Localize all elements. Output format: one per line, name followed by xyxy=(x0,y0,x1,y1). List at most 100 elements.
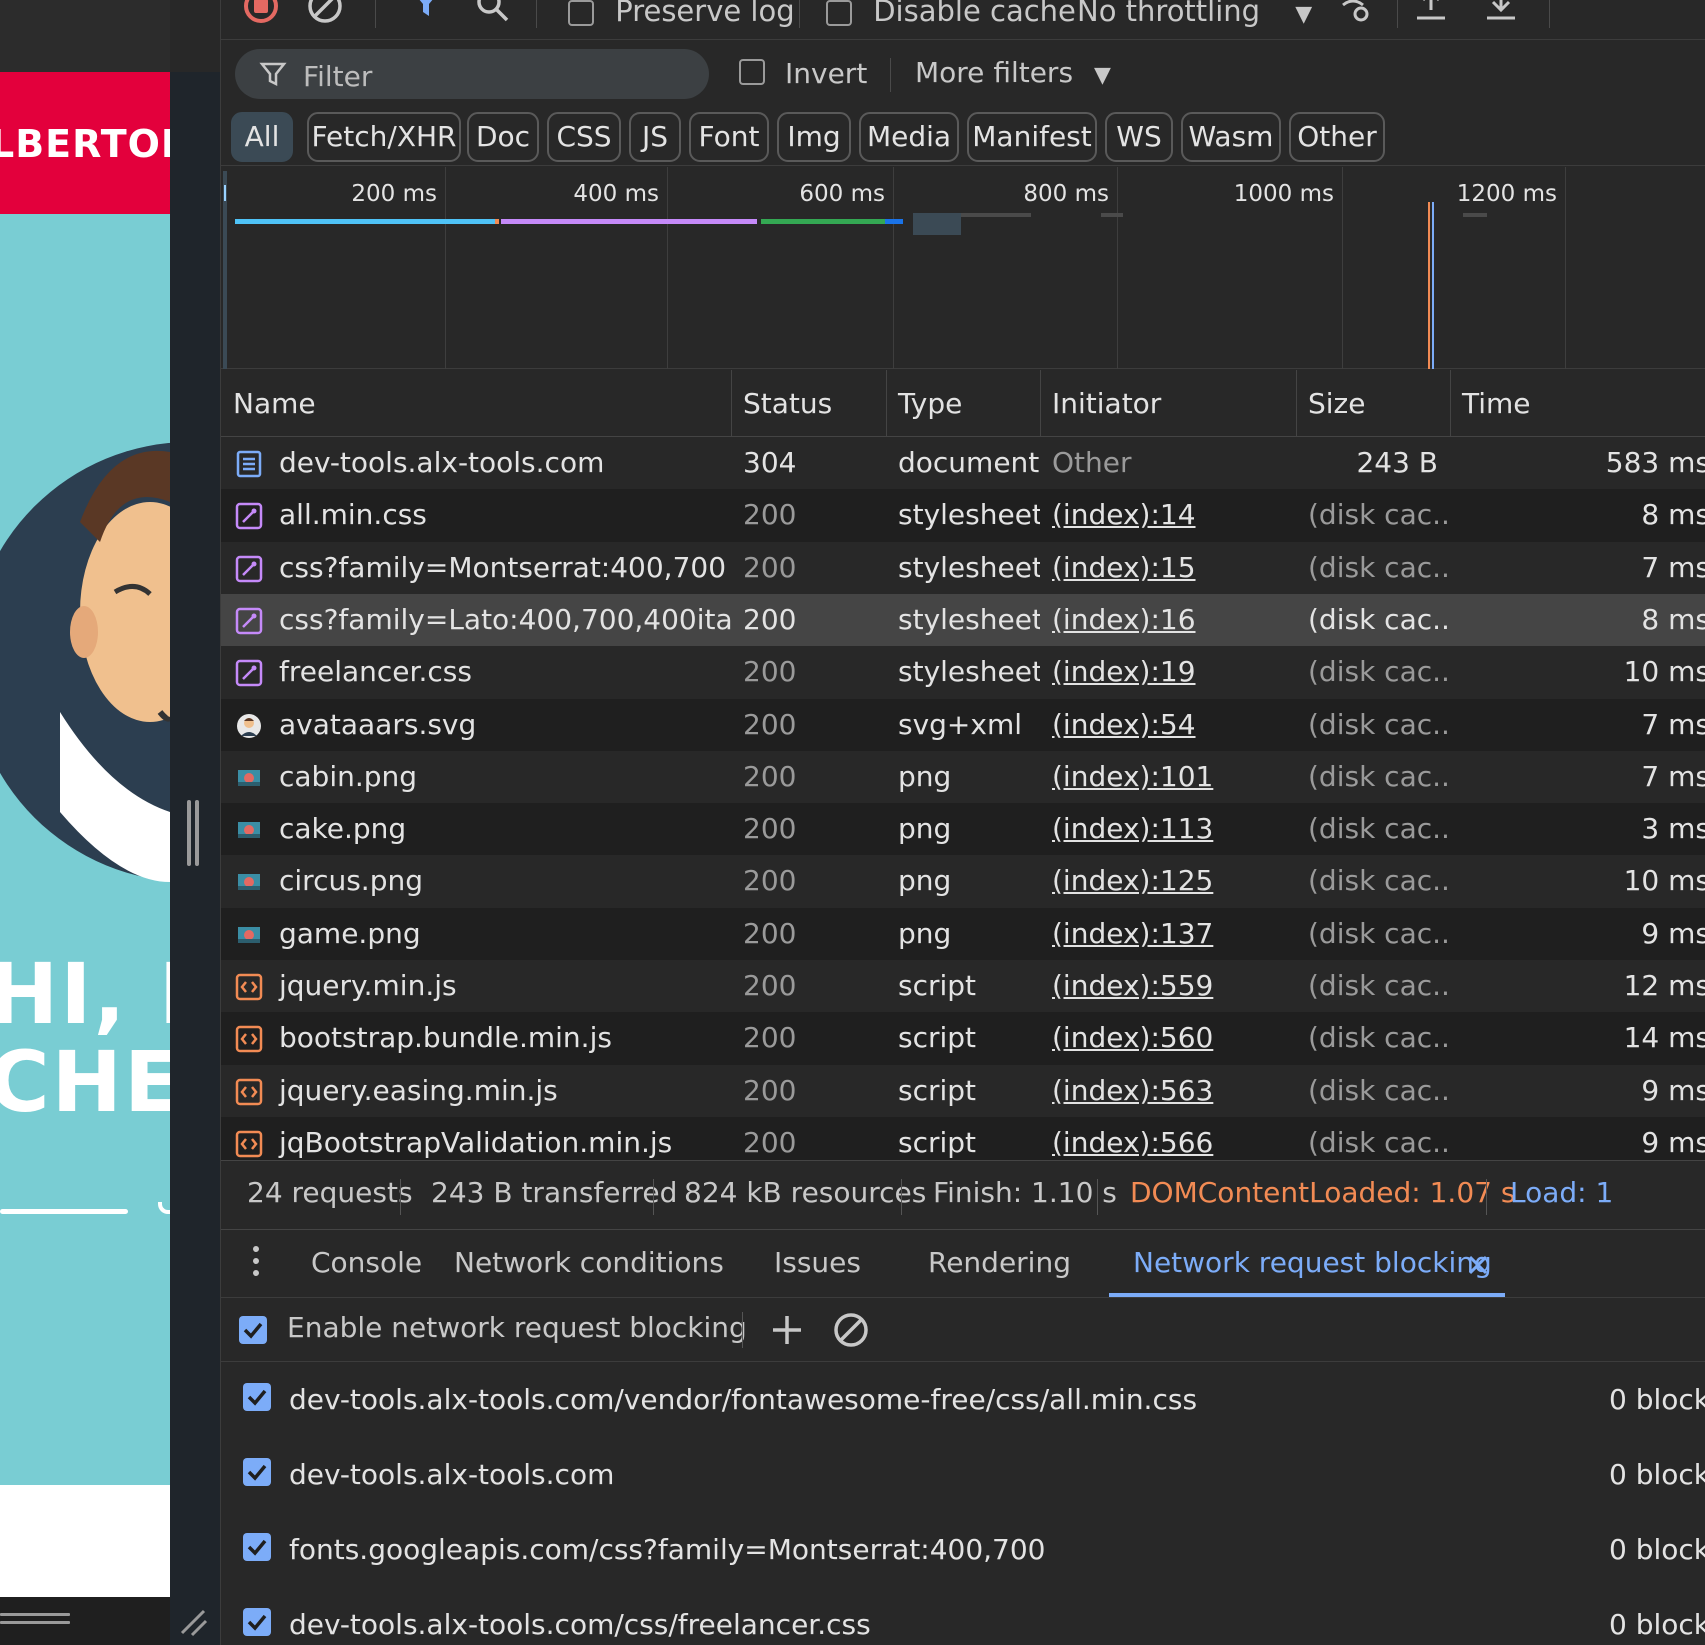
filter-chip-doc[interactable]: Doc xyxy=(467,112,539,162)
filter-chip-fetch-xhr[interactable]: Fetch/XHR xyxy=(307,112,461,162)
cell-initiator[interactable]: (index):563 xyxy=(1040,1065,1296,1117)
overview-tick-label: 400 ms xyxy=(573,181,659,207)
pattern-enabled-checkbox[interactable] xyxy=(243,1383,271,1411)
table-row[interactable]: jquery.min.js 200 script (index):559 (disk c… xyxy=(221,960,1705,1013)
column-header-type[interactable]: Type xyxy=(886,370,1040,437)
pattern-enabled-checkbox[interactable] xyxy=(243,1608,271,1636)
filter-chip-all[interactable]: All xyxy=(231,112,293,162)
cell-initiator[interactable]: (index):14 xyxy=(1040,489,1296,541)
script-icon xyxy=(235,1078,263,1105)
clear-icon[interactable] xyxy=(305,0,345,26)
table-row[interactable]: game.png 200 png (index):137 (disk cac... 9 m… xyxy=(221,907,1705,961)
blocked-pattern-row[interactable]: fonts.googleapis.com/css?family=Montserr… xyxy=(221,1515,1705,1590)
tab-issues[interactable]: Issues xyxy=(774,1246,861,1279)
cell-time: 583 ms xyxy=(1605,446,1705,479)
table-row[interactable]: jqBootstrapValidation.min.js 200 script (in… xyxy=(221,1116,1705,1160)
table-row[interactable]: css?family=Montserrat:400,700 200 styleshe… xyxy=(221,541,1705,595)
filter-icon[interactable] xyxy=(409,0,443,22)
more-filters-dropdown[interactable]: More filters ▼ xyxy=(915,56,1111,89)
table-row[interactable]: cake.png 200 png (index):113 (disk cac... 3 m… xyxy=(221,803,1705,856)
invert-checkbox[interactable] xyxy=(739,59,765,85)
panel-resize-handle[interactable] xyxy=(187,800,199,870)
table-row[interactable]: freelancer.css 200 stylesheet (index):19 (di… xyxy=(221,646,1705,699)
throttling-select[interactable]: No throttling ▼ xyxy=(1077,0,1312,28)
preserve-log-toggle[interactable]: Preserve log xyxy=(568,0,795,28)
column-header-status[interactable]: Status xyxy=(731,370,886,437)
overview-request-bar xyxy=(961,213,1031,217)
blocked-pattern-row[interactable]: dev-tools.alx-tools.com/vendor/fontaweso… xyxy=(221,1365,1705,1440)
cell-initiator[interactable]: (index):101 xyxy=(1040,751,1296,803)
pattern-enabled-checkbox[interactable] xyxy=(243,1458,271,1486)
filter-chip-font[interactable]: Font xyxy=(689,112,769,162)
cell-initiator[interactable]: (index):559 xyxy=(1040,960,1296,1012)
cell-initiator[interactable]: (index):137 xyxy=(1040,908,1296,960)
filter-chip-manifest[interactable]: Manifest xyxy=(967,112,1097,162)
cell-type: png xyxy=(898,812,952,846)
blocked-pattern-text[interactable]: fonts.googleapis.com/css?family=Montserr… xyxy=(289,1533,1045,1566)
cell-initiator[interactable]: (index):113 xyxy=(1040,803,1296,855)
cell-name: cake.png xyxy=(279,812,407,846)
filter-chip-img[interactable]: Img xyxy=(777,112,851,162)
column-header-size[interactable]: Size xyxy=(1296,370,1450,437)
tab-network-request-blocking[interactable]: Network request blocking xyxy=(1133,1246,1492,1279)
tab-rendering[interactable]: Rendering xyxy=(928,1246,1071,1279)
table-row[interactable]: cabin.png 200 png (index):101 (disk cac... 7 … xyxy=(221,750,1705,804)
document-icon xyxy=(236,450,262,478)
table-row[interactable]: bootstrap.bundle.min.js 200 script (index):… xyxy=(221,1012,1705,1065)
table-row[interactable]: dev-tools.alx-tools.com 304 document Other 2… xyxy=(221,437,1705,490)
cell-initiator[interactable]: (index):125 xyxy=(1040,855,1296,907)
cell-initiator[interactable]: (index):54 xyxy=(1040,699,1296,751)
add-pattern-icon[interactable] xyxy=(769,1312,805,1348)
table-row[interactable]: circus.png 200 png (index):125 (disk cac... 1… xyxy=(221,855,1705,908)
upload-har-icon[interactable] xyxy=(1413,0,1449,24)
enable-blocking-checkbox[interactable] xyxy=(239,1316,267,1344)
filter-chip-js[interactable]: JS xyxy=(629,112,681,162)
download-har-icon[interactable] xyxy=(1483,0,1519,24)
filter-chip-media[interactable]: Media xyxy=(859,112,959,162)
stop-recording-icon[interactable] xyxy=(241,0,281,26)
blocked-pattern-text[interactable]: dev-tools.alx-tools.com/css/freelancer.c… xyxy=(289,1608,871,1641)
pattern-enabled-checkbox[interactable] xyxy=(243,1533,271,1561)
cell-initiator[interactable]: (index):566 xyxy=(1040,1117,1296,1160)
blocked-pattern-row[interactable]: dev-tools.alx-tools.com/css/freelancer.c… xyxy=(221,1590,1705,1645)
network-conditions-icon[interactable] xyxy=(1333,0,1373,24)
column-header-time[interactable]: Time xyxy=(1450,370,1705,437)
image-icon xyxy=(238,822,260,839)
preserve-log-checkbox[interactable] xyxy=(568,0,594,26)
summary-bar: 24 requests 243 B transferred 824 kB res… xyxy=(221,1160,1705,1230)
drawer-menu-icon[interactable] xyxy=(253,1242,259,1282)
filter-input[interactable]: Filter xyxy=(235,49,709,99)
hero-heading: HI, I'N CHEC xyxy=(0,945,170,1131)
corner-resize-icon[interactable] xyxy=(178,1607,210,1639)
column-header-name[interactable]: Name xyxy=(221,370,731,437)
filter-chip-wasm[interactable]: Wasm xyxy=(1181,112,1281,162)
cell-initiator[interactable]: (index):16 xyxy=(1040,594,1296,646)
search-icon[interactable] xyxy=(473,0,513,26)
cell-time: 14 ms xyxy=(1623,1021,1705,1055)
blocked-pattern-text[interactable]: dev-tools.alx-tools.com/vendor/fontaweso… xyxy=(289,1383,1197,1416)
overview-request-bar xyxy=(1101,213,1123,217)
table-row[interactable]: avataaars.svg 200 svg+xml (index):54 (disk c… xyxy=(221,698,1705,751)
disable-cache-checkbox[interactable] xyxy=(826,0,852,26)
blocked-pattern-text[interactable]: dev-tools.alx-tools.com xyxy=(289,1458,614,1491)
filter-chip-css[interactable]: CSS xyxy=(547,112,621,162)
close-icon[interactable] xyxy=(1467,1254,1489,1276)
cell-initiator[interactable]: (index):560 xyxy=(1040,1012,1296,1064)
blocked-pattern-row[interactable]: dev-tools.alx-tools.com 0 block xyxy=(221,1440,1705,1515)
filter-chip-other[interactable]: Other xyxy=(1289,112,1385,162)
cell-initiator[interactable]: (index):15 xyxy=(1040,542,1296,594)
toolbar-divider xyxy=(536,0,537,28)
cell-initiator[interactable]: (index):19 xyxy=(1040,646,1296,698)
table-row[interactable]: css?family=Lato:400,700,400italic,7... 20… xyxy=(221,593,1705,647)
disable-cache-toggle[interactable]: Disable cache xyxy=(826,0,1076,28)
tab-console[interactable]: Console xyxy=(311,1246,422,1279)
remove-all-patterns-icon[interactable] xyxy=(831,1310,871,1350)
overview-event-marker xyxy=(1432,202,1434,369)
filter-chip-ws[interactable]: WS xyxy=(1105,112,1173,162)
timeline-overview[interactable]: 200 ms 400 ms 600 ms 800 ms 1000 ms 1200 ms xyxy=(221,167,1705,369)
drawer-grip-icon[interactable] xyxy=(0,1613,70,1633)
table-row[interactable]: all.min.css 200 stylesheet (index):14 (disk … xyxy=(221,489,1705,542)
table-row[interactable]: jquery.easing.min.js 200 script (index):563… xyxy=(221,1064,1705,1118)
column-header-initiator[interactable]: Initiator xyxy=(1040,370,1296,437)
tab-network-conditions[interactable]: Network conditions xyxy=(454,1246,724,1279)
